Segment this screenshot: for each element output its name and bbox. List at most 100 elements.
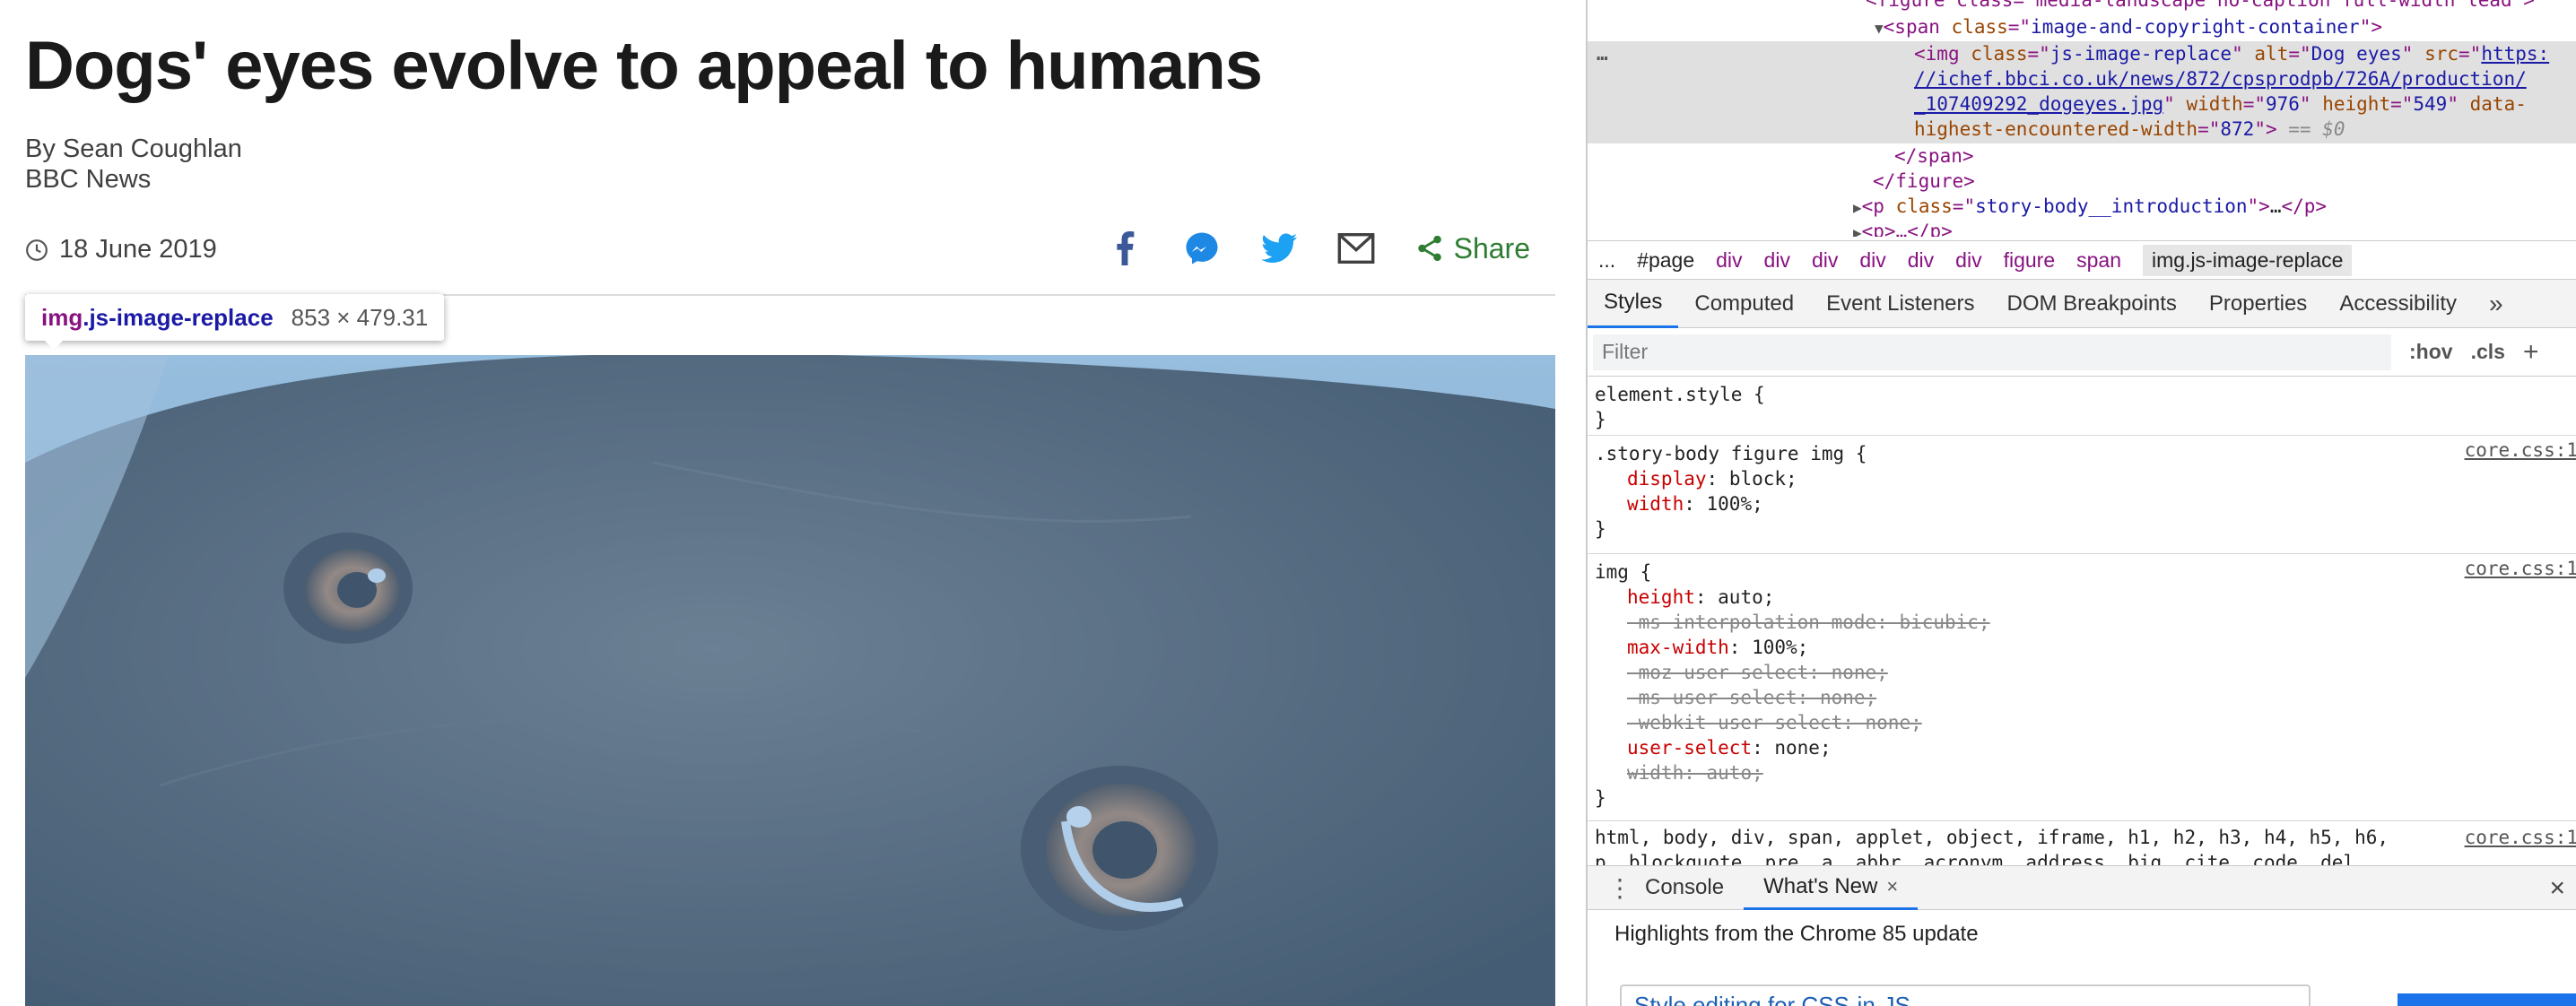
- breadcrumb-page[interactable]: #page: [1637, 248, 1694, 273]
- whats-new-thumbnail[interactable]: [2398, 993, 2576, 1006]
- tree-close-figure[interactable]: </figure>: [1873, 169, 1975, 194]
- rule-selector[interactable]: html, body, div, span, applet, object, i…: [1595, 825, 2576, 850]
- messenger-icon[interactable]: [1183, 230, 1221, 267]
- tree-node-figure[interactable]: <figure class="media-landscape no-captio…: [1866, 0, 2535, 13]
- more-tabs-chevron-icon[interactable]: »: [2473, 290, 2519, 318]
- publish-date: 18 June 2019: [59, 235, 217, 264]
- hover-state-toggle[interactable]: :hov: [2409, 340, 2453, 364]
- rule-source-link[interactable]: core.css:1: [2465, 438, 2576, 463]
- breadcrumb-div[interactable]: div: [1955, 248, 1981, 273]
- tab-whats-new-label: What's New: [1763, 873, 1878, 898]
- elements-tree[interactable]: … <figure class="media-landscape no-capt…: [1588, 0, 2576, 237]
- dog-eye-right: [1021, 766, 1218, 931]
- rule-selector[interactable]: element.style {: [1595, 382, 2576, 407]
- tree-span-val: image-and-copyright-container: [2031, 16, 2360, 38]
- byline-org: BBC News: [25, 165, 152, 194]
- tree-img-src-line[interactable]: //ichef.bbci.co.uk/news/872/cpsprodpb/72…: [1914, 66, 2527, 91]
- tree-img-src-2[interactable]: //ichef.bbci.co.uk/news/872/cpsprodpb/72…: [1914, 68, 2527, 90]
- breadcrumb-figure[interactable]: figure: [2004, 248, 2056, 273]
- breadcrumb-div[interactable]: div: [1908, 248, 1934, 273]
- tab-styles[interactable]: Styles: [1588, 280, 1679, 328]
- expand-triangle-icon[interactable]: ▶: [1853, 199, 1862, 216]
- declaration-overridden[interactable]: -moz-user-select: none;: [1595, 660, 2576, 685]
- breadcrumb-div[interactable]: div: [1859, 248, 1885, 273]
- article-page: Dogs' eyes evolve to appeal to humans By…: [0, 0, 1586, 1006]
- byline-author: By Sean Coughlan: [25, 134, 242, 163]
- tab-whats-new[interactable]: What's New ×: [1744, 865, 1919, 910]
- tree-img-class: js-image-replace: [2049, 43, 2232, 65]
- tree-img-alt: Dog eyes: [2311, 43, 2402, 65]
- tab-dom-breakpoints[interactable]: DOM Breakpoints: [1991, 280, 2193, 328]
- rule-source-link[interactable]: core.css:1: [2465, 825, 2576, 850]
- dog-eye-left: [283, 533, 413, 644]
- new-rule-plus-icon[interactable]: +: [2523, 337, 2539, 368]
- rule-selector-continued[interactable]: p, blockquote, pre, a, abbr, acronym, ad…: [1595, 850, 2576, 865]
- devtools-panel: … <figure class="media-landscape no-capt…: [1586, 0, 2576, 1006]
- whats-new-heading: Highlights from the Chrome 85 update: [1614, 922, 1979, 946]
- node-ellipsis-button[interactable]: …: [1597, 41, 1608, 66]
- tooltip-arrow: [45, 341, 63, 350]
- breadcrumb-span[interactable]: span: [2076, 248, 2121, 273]
- declaration[interactable]: max-width: 100%;: [1595, 635, 2576, 660]
- tree-img-src-1[interactable]: https:: [2481, 43, 2549, 65]
- facebook-icon[interactable]: [1106, 230, 1144, 267]
- share-button[interactable]: Share: [1414, 232, 1530, 265]
- tree-node-img[interactable]: <img class="js-image-replace" alt="Dog e…: [1914, 41, 2549, 66]
- rule-reset[interactable]: html, body, div, span, applet, object, i…: [1588, 825, 2576, 865]
- declaration[interactable]: user-select: none;: [1595, 735, 2576, 760]
- declaration-overridden[interactable]: width: auto;: [1595, 760, 2576, 785]
- whats-new-card-link[interactable]: Style editing for CSS-in-JS: [1620, 984, 2311, 1006]
- tree-img-data-line[interactable]: highest-encountered-width="872"> == $0: [1914, 117, 2345, 142]
- breadcrumb-div[interactable]: div: [1716, 248, 1742, 273]
- close-drawer-icon[interactable]: ×: [2549, 873, 2565, 904]
- tree-close-span[interactable]: </span>: [1894, 143, 1974, 169]
- hero-image-dog-eyes[interactable]: [25, 355, 1555, 1006]
- declaration-overridden[interactable]: -ms-user-select: none;: [1595, 685, 2576, 710]
- tree-img-data-attr2: highest-encountered-width: [1914, 118, 2198, 140]
- rule-element-style[interactable]: element.style { }: [1588, 382, 2576, 436]
- declaration[interactable]: width: 100%;: [1595, 491, 2576, 516]
- rule-selector[interactable]: img {: [1595, 559, 2576, 585]
- tree-node-span[interactable]: ▼<span class="image-and-copyright-contai…: [1875, 14, 2382, 41]
- tree-node-p-intro[interactable]: ▶<p class="story-body__introduction">…</…: [1853, 194, 2327, 221]
- declaration-overridden[interactable]: -webkit-user-select: none;: [1595, 710, 2576, 735]
- tab-accessibility[interactable]: Accessibility: [2323, 280, 2473, 328]
- styles-filter-bar: :hov .cls +: [1588, 328, 2576, 377]
- email-icon[interactable]: [1337, 230, 1375, 267]
- dom-breadcrumb: ... #page div div div div div div figure…: [1588, 240, 2576, 280]
- breadcrumb-div[interactable]: div: [1764, 248, 1790, 273]
- declaration-overridden[interactable]: -ms-interpolation-mode: bicubic;: [1595, 610, 2576, 635]
- breadcrumb-ellipsis[interactable]: ...: [1598, 248, 1615, 273]
- clock-icon: [26, 238, 48, 261]
- tree-img-tag: img: [1925, 43, 1960, 65]
- styles-tab-bar: Styles Computed Event Listeners DOM Brea…: [1588, 280, 2576, 328]
- styles-filter-input[interactable]: [1593, 334, 2391, 370]
- tab-event-listeners[interactable]: Event Listeners: [1810, 280, 1990, 328]
- class-toggle[interactable]: .cls: [2471, 340, 2505, 364]
- rule-selector[interactable]: .story-body figure img {: [1595, 441, 2576, 466]
- declaration[interactable]: display: block;: [1595, 466, 2576, 491]
- breadcrumb-img-active[interactable]: img.js-image-replace: [2143, 244, 2353, 276]
- headline: Dogs' eyes evolve to appeal to humans: [25, 28, 1263, 104]
- tab-properties[interactable]: Properties: [2193, 280, 2323, 328]
- declaration[interactable]: height: auto;: [1595, 585, 2576, 610]
- tree-img-data-attr: data-: [2469, 93, 2527, 115]
- tree-img-attrs-line[interactable]: _107409292_dogeyes.jpg" width="976" heig…: [1914, 91, 2527, 117]
- tree-img-width: 976: [2265, 93, 2300, 115]
- tree-node-p-next[interactable]: ▶<p>…</p>: [1853, 219, 1953, 237]
- share-label: Share: [1453, 231, 1530, 265]
- rule-source-link[interactable]: core.css:1: [2465, 556, 2576, 581]
- rule-img[interactable]: img { core.css:1 height: auto; -ms-inter…: [1588, 556, 2576, 821]
- close-tab-icon[interactable]: ×: [1886, 875, 1898, 898]
- tree-img-src-3[interactable]: _107409292_dogeyes.jpg: [1914, 93, 2163, 115]
- drawer-menu-kebab-icon[interactable]: ⋮: [1607, 873, 1632, 903]
- rule-story-body-img[interactable]: .story-body figure img { core.css:1 disp…: [1588, 438, 2576, 554]
- tree-figure-text: <figure class="media-landscape no-captio…: [1866, 0, 2535, 11]
- twitter-icon[interactable]: [1260, 230, 1298, 267]
- styles-pane[interactable]: element.style { } .story-body figure img…: [1588, 377, 2576, 865]
- breadcrumb-div[interactable]: div: [1812, 248, 1838, 273]
- tab-console[interactable]: Console: [1625, 865, 1744, 910]
- tree-span-attr: class: [1951, 16, 2008, 38]
- collapse-triangle-icon[interactable]: ▼: [1875, 20, 1884, 37]
- tab-computed[interactable]: Computed: [1678, 280, 1810, 328]
